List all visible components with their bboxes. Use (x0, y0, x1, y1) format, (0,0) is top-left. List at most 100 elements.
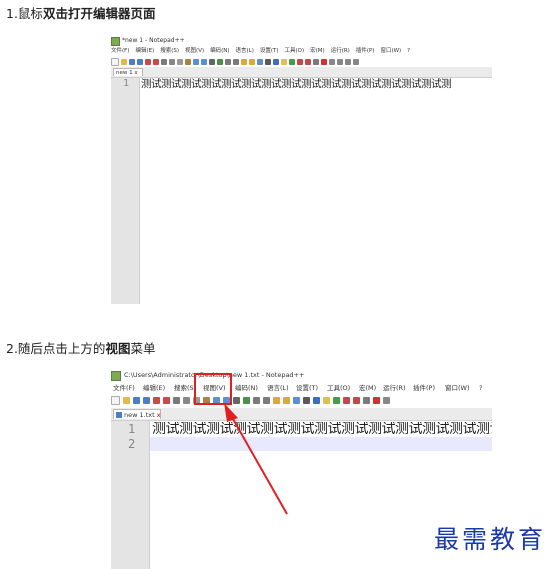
step-1-bold: 双击打开编辑器页面 (42, 6, 156, 21)
menu-settings[interactable]: 设置(T) (260, 47, 279, 56)
tab-label: new 1.txt (124, 411, 155, 419)
play-macro-icon[interactable] (337, 58, 343, 65)
menu-macro[interactable]: 宏(M) (359, 383, 376, 394)
find-icon[interactable] (209, 58, 215, 65)
undo-icon[interactable] (193, 58, 199, 65)
show-all-chars-icon[interactable] (303, 397, 310, 404)
menu-view[interactable]: 视图(V) (185, 47, 204, 56)
zoom-in-icon[interactable] (225, 58, 231, 65)
function-list-icon[interactable] (343, 397, 350, 404)
word-wrap-icon[interactable] (257, 58, 263, 65)
line-number-gutter: 1 2 (111, 421, 150, 569)
step-1-prefix: 1.鼠标 (6, 6, 43, 21)
menu-edit[interactable]: 编辑(E) (135, 47, 154, 56)
menu-window[interactable]: 窗口(W) (380, 47, 401, 56)
menu-settings[interactable]: 设置(T) (296, 383, 318, 394)
zoom-in-icon[interactable] (253, 397, 260, 404)
cut-icon[interactable] (169, 58, 175, 65)
watermark-text: 最需教育 (434, 525, 547, 554)
indent-guide-icon[interactable] (313, 397, 320, 404)
new-file-icon[interactable] (111, 396, 120, 405)
notepadpp-app-icon (111, 371, 121, 381)
tab-close-icon[interactable]: x (134, 70, 137, 76)
run-macro-multiple-icon[interactable] (345, 58, 351, 65)
menu-encoding[interactable]: 编码(N) (235, 383, 258, 394)
doc-map-icon[interactable] (333, 397, 340, 404)
close-all-icon[interactable] (163, 397, 170, 404)
find-icon[interactable] (233, 397, 240, 404)
replace-icon[interactable] (217, 58, 223, 65)
tab-new-1-txt[interactable]: new 1.txt x (113, 409, 161, 419)
record-macro-icon[interactable] (321, 58, 327, 65)
record-macro-icon[interactable] (373, 397, 380, 404)
sync-v-icon[interactable] (273, 397, 280, 404)
menu-help[interactable]: ? (407, 47, 410, 56)
folder-workspace-icon[interactable] (353, 397, 360, 404)
window-title: *new 1 - Notepad++ (122, 37, 185, 44)
editor-line-text: 测试测试测试测试测试测试测试测试测试测试测试测试测试测试测试测 (152, 422, 492, 436)
tab-close-icon[interactable]: x (157, 411, 161, 419)
menu-file[interactable]: 文件(F) (113, 383, 135, 394)
monitor-icon[interactable] (313, 58, 319, 65)
lang-icon[interactable] (323, 397, 330, 404)
sync-h-icon[interactable] (249, 58, 255, 65)
zoom-out-icon[interactable] (233, 58, 239, 65)
close-all-icon[interactable] (153, 58, 159, 65)
menu-search[interactable]: 搜索(S) (160, 47, 179, 56)
notepadpp-app-icon (111, 37, 120, 46)
doc-map-icon[interactable] (289, 58, 295, 65)
sync-v-icon[interactable] (241, 58, 247, 65)
print-icon[interactable] (173, 397, 180, 404)
menu-language[interactable]: 语言(L) (236, 47, 254, 56)
menu-language[interactable]: 语言(L) (267, 383, 289, 394)
open-file-icon[interactable] (123, 397, 130, 404)
menu-window[interactable]: 窗口(W) (445, 383, 470, 394)
sync-h-icon[interactable] (283, 397, 290, 404)
menu-tools[interactable]: 工具(O) (285, 47, 305, 56)
tab-new-1[interactable]: new 1 x (113, 68, 143, 76)
print-icon[interactable] (161, 58, 167, 65)
word-wrap-icon[interactable] (293, 397, 300, 404)
menu-plugins[interactable]: 插件(P) (413, 383, 435, 394)
indent-guide-icon[interactable] (273, 58, 279, 65)
menu-tools[interactable]: 工具(O) (327, 383, 350, 394)
save-icon[interactable] (129, 58, 135, 65)
menu-encoding[interactable]: 编码(N) (210, 47, 229, 56)
editor-area[interactable]: 1 测试测试测试测试测试测试测试测试测试测试测试测试测试测试测试测 (111, 78, 492, 304)
lang-icon[interactable] (281, 58, 287, 65)
folder-workspace-icon[interactable] (305, 58, 311, 65)
save-icon[interactable] (133, 397, 140, 404)
close-icon[interactable] (145, 58, 151, 65)
cut-icon[interactable] (183, 397, 190, 404)
function-list-icon[interactable] (297, 58, 303, 65)
tab-bar: new 1.txt x (111, 408, 492, 421)
menu-help[interactable]: ? (479, 383, 482, 394)
save-all-icon[interactable] (137, 58, 143, 65)
save-all-icon[interactable] (143, 397, 150, 404)
stop-macro-icon[interactable] (383, 397, 390, 404)
menu-run[interactable]: 运行(R) (331, 47, 350, 56)
show-all-chars-icon[interactable] (265, 58, 271, 65)
replace-icon[interactable] (243, 397, 250, 404)
tab-bar: new 1 x (111, 67, 492, 78)
paste-icon[interactable] (185, 58, 191, 65)
monitor-icon[interactable] (363, 397, 370, 404)
toolbar (111, 395, 492, 406)
copy-icon[interactable] (177, 58, 183, 65)
menu-plugins[interactable]: 插件(P) (356, 47, 375, 56)
new-file-icon[interactable] (111, 57, 119, 66)
menu-file[interactable]: 文件(F) (111, 47, 129, 56)
current-line-highlight (150, 437, 492, 451)
stop-macro-icon[interactable] (329, 58, 335, 65)
menu-edit[interactable]: 编辑(E) (143, 383, 165, 394)
title-bar: C:\Users\Administrator\Desktop\new 1.txt… (111, 370, 492, 382)
view-menu-highlight-box (194, 373, 232, 405)
save-macro-icon[interactable] (353, 58, 359, 65)
menu-macro[interactable]: 宏(M) (310, 47, 325, 56)
open-file-icon[interactable] (121, 58, 127, 65)
redo-icon[interactable] (201, 58, 207, 65)
menu-search[interactable]: 搜索(S) (174, 383, 196, 394)
close-icon[interactable] (153, 397, 160, 404)
zoom-out-icon[interactable] (263, 397, 270, 404)
menu-run[interactable]: 运行(R) (383, 383, 406, 394)
